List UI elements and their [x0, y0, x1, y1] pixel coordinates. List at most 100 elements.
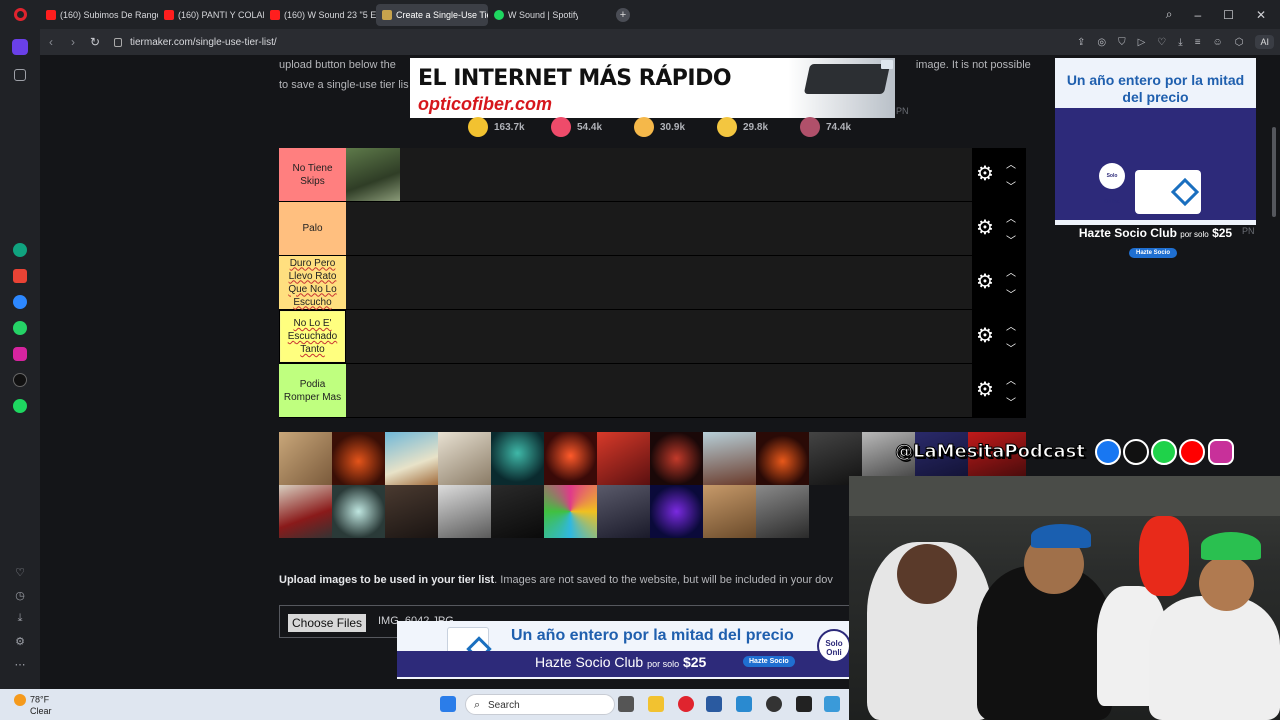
camera-icon[interactable]: ◎ — [1097, 37, 1106, 48]
chevron-down-icon[interactable]: ﹀ — [1006, 340, 1016, 355]
tier-items[interactable] — [346, 202, 1026, 255]
settings-icon[interactable]: ⚙ — [15, 635, 25, 648]
chevron-up-icon[interactable]: ︿ — [1006, 210, 1016, 225]
download-icon[interactable]: ⤓ — [1178, 37, 1182, 48]
home-icon[interactable] — [12, 39, 28, 55]
share-icon[interactable]: ⇪ — [1077, 37, 1085, 48]
chevron-down-icon[interactable]: ﹀ — [1006, 394, 1016, 409]
app-icon[interactable] — [766, 696, 782, 712]
album-cover[interactable] — [491, 485, 544, 538]
internet-ad[interactable]: EL INTERNET MÁS RÁPIDO opticofiber.com — [410, 58, 895, 118]
ai-button[interactable]: AI — [1255, 35, 1274, 49]
close-icon[interactable]: ✕ — [1256, 8, 1266, 22]
choose-files-button[interactable]: Choose Files — [288, 614, 367, 632]
extensions-icon[interactable]: ⬡ — [1235, 37, 1244, 48]
whatsapp-icon[interactable] — [13, 321, 27, 335]
spotify-icon[interactable] — [13, 399, 27, 413]
tier-label[interactable]: No Tiene Skips — [279, 148, 346, 201]
tier-items[interactable] — [346, 148, 1026, 201]
taskbar-search[interactable]: Search — [465, 694, 615, 716]
chevron-up-icon[interactable]: ︿ — [1006, 156, 1016, 171]
album-cover[interactable] — [332, 432, 385, 485]
tab-5[interactable]: W Sound | Spotify — [488, 4, 578, 26]
opera-logo-icon[interactable] — [0, 0, 40, 29]
minimize-icon[interactable]: – — [1194, 8, 1201, 22]
tier-label[interactable]: Duro Pero Llevo Rato Que No Lo Escucho — [279, 256, 346, 309]
reload-icon[interactable]: ↻ — [84, 35, 106, 49]
back-icon[interactable]: ‹ — [40, 35, 62, 49]
sams-club-ad[interactable]: Un año entero por la mitad del precio So… — [1055, 58, 1256, 258]
tier-items[interactable] — [346, 364, 1026, 417]
photos-icon[interactable] — [824, 696, 840, 712]
shield-icon[interactable]: ⛉ — [1118, 37, 1126, 48]
chevron-up-icon[interactable]: ︿ — [1006, 264, 1016, 279]
tiktok-icon[interactable] — [13, 373, 27, 387]
mail-icon[interactable] — [736, 696, 752, 712]
gmail-icon[interactable] — [13, 269, 27, 283]
reaction-tears[interactable]: 30.9k — [634, 117, 717, 137]
chevron-down-icon[interactable]: ﹀ — [1006, 232, 1016, 247]
album-cover[interactable] — [597, 432, 650, 485]
page-scrollbar[interactable] — [1272, 127, 1276, 217]
album-cover[interactable] — [544, 432, 597, 485]
gear-icon[interactable]: ⚙ — [976, 164, 994, 184]
tier-items[interactable] — [346, 310, 1026, 363]
bottom-sams-club-ad[interactable]: Un año entero por la mitad del precio Ha… — [397, 621, 851, 679]
tier-label[interactable]: No Lo E' Escuchado Tanto — [279, 310, 346, 363]
tier-items[interactable] — [346, 256, 1026, 309]
hazte-socio-button[interactable]: Hazte Socio — [1129, 248, 1178, 258]
store-icon[interactable] — [706, 696, 722, 712]
chatgpt-icon[interactable] — [13, 243, 27, 257]
album-cover[interactable] — [385, 485, 438, 538]
tab-1[interactable]: (160) Subimos De Rango — [40, 4, 158, 26]
album-cover[interactable] — [279, 432, 332, 485]
tab-3[interactable]: (160) W Sound 23 "5 Estr — [264, 4, 376, 26]
account-icon[interactable]: ☺ — [1213, 37, 1223, 48]
chevron-up-icon[interactable]: ︿ — [1006, 318, 1016, 333]
history-icon[interactable]: ◷ — [15, 589, 25, 602]
album-cover[interactable] — [438, 485, 491, 538]
menu-icon[interactable]: ≡ — [1195, 37, 1201, 48]
pinboard-icon[interactable] — [14, 69, 26, 81]
download-icon[interactable]: ⤓ — [18, 612, 23, 625]
tier-label[interactable]: Palo — [279, 202, 346, 255]
forward-icon[interactable]: › — [62, 35, 84, 49]
album-cover[interactable] — [597, 485, 650, 538]
reaction-poop[interactable]: 74.4k — [800, 117, 883, 137]
opera-icon[interactable] — [678, 696, 694, 712]
weather-widget[interactable]: 78°F Clear — [14, 694, 52, 717]
album-cover[interactable] — [544, 485, 597, 538]
gear-icon[interactable]: ⚙ — [976, 380, 994, 400]
windows-start-icon[interactable] — [440, 696, 456, 712]
chevron-up-icon[interactable]: ︿ — [1006, 372, 1016, 387]
album-cover[interactable] — [703, 485, 756, 538]
album-cover[interactable] — [279, 485, 332, 538]
search-tabs-icon[interactable]: ⌕ — [1166, 7, 1173, 22]
tier-label[interactable]: Podia Romper Mas — [279, 364, 346, 417]
reaction-laugh[interactable]: 163.7k — [468, 117, 551, 137]
github-icon[interactable] — [796, 696, 812, 712]
album-cover[interactable] — [438, 432, 491, 485]
gear-icon[interactable]: ⚙ — [976, 218, 994, 238]
more-icon[interactable]: ⋯ — [15, 658, 26, 671]
maximize-icon[interactable]: ☐ — [1223, 8, 1234, 22]
gear-icon[interactable]: ⚙ — [976, 272, 994, 292]
album-cover[interactable] — [650, 432, 703, 485]
hazte-socio-button[interactable]: Hazte Socio — [743, 656, 795, 667]
album-cover[interactable] — [385, 432, 438, 485]
play-icon[interactable]: ▷ — [1138, 37, 1146, 48]
reaction-love[interactable]: 54.4k — [551, 117, 634, 137]
album-cover[interactable] — [332, 485, 385, 538]
album-cover[interactable] — [650, 485, 703, 538]
album-cover[interactable] — [756, 432, 809, 485]
ad-choices-icon[interactable] — [881, 60, 893, 69]
reaction-hands[interactable]: 29.8k — [717, 117, 800, 137]
album-cover[interactable] — [756, 485, 809, 538]
album-cover[interactable] — [703, 432, 756, 485]
heart-icon[interactable]: ♡ — [1157, 37, 1166, 48]
album-cover[interactable] — [346, 148, 400, 201]
heart-icon[interactable]: ♡ — [15, 566, 25, 579]
chevron-down-icon[interactable]: ﹀ — [1006, 178, 1016, 193]
tab-2[interactable]: (160) PANTI Y COLALE 2.0 — [158, 4, 264, 26]
file-explorer-icon[interactable] — [648, 696, 664, 712]
